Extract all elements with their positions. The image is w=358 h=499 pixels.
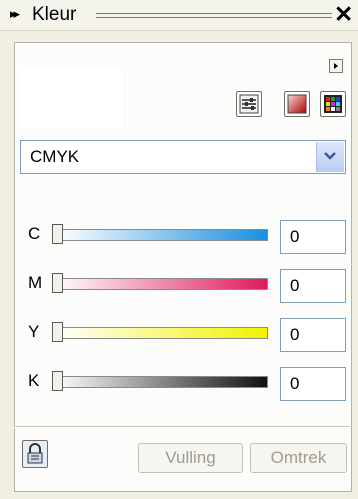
channel-label-c: C xyxy=(28,224,41,243)
value-text-y: 0 xyxy=(290,325,300,344)
value-field-c[interactable]: 0 xyxy=(280,220,346,254)
value-field-y[interactable]: 0 xyxy=(280,318,346,352)
docker-title: Kleur xyxy=(32,4,77,25)
value-text-m: 0 xyxy=(290,276,300,295)
channel-label-k: K xyxy=(28,371,40,390)
outline-button[interactable]: Omtrek xyxy=(250,443,347,473)
double-chevron-right-icon[interactable]: ▸▸ xyxy=(10,6,20,22)
value-field-m[interactable]: 0 xyxy=(280,269,346,303)
color-viewer-icon[interactable] xyxy=(284,91,310,117)
channel-label-y: Y xyxy=(28,322,40,341)
slider-thumb-c[interactable] xyxy=(52,224,63,244)
docker-titlebar: ▸▸ Kleur ✕ xyxy=(0,0,358,31)
value-text-c: 0 xyxy=(290,227,300,246)
channel-row-k: K 0 xyxy=(0,367,358,403)
palette-grid-icon[interactable] xyxy=(320,91,346,117)
separator xyxy=(14,426,350,428)
titlebar-grip[interactable] xyxy=(96,13,332,18)
slider-track-y[interactable] xyxy=(54,327,268,339)
channel-row-y: Y 0 xyxy=(0,318,358,354)
slider-thumb-y[interactable] xyxy=(52,322,63,342)
color-model-select[interactable]: CMYK xyxy=(20,140,346,174)
slider-track-k[interactable] xyxy=(54,376,268,388)
sliders-icon[interactable] xyxy=(236,91,262,117)
channel-row-m: M 0 xyxy=(0,269,358,305)
lock-icon[interactable] xyxy=(22,440,48,468)
flyout-menu-icon[interactable] xyxy=(329,59,343,73)
value-field-k[interactable]: 0 xyxy=(280,367,346,401)
fill-button[interactable]: Vulling xyxy=(138,443,243,473)
color-model-value: CMYK xyxy=(30,147,80,166)
slider-track-m[interactable] xyxy=(54,278,268,290)
channel-label-m: M xyxy=(28,273,43,292)
color-preview-swatch xyxy=(20,68,122,128)
close-icon[interactable]: ✕ xyxy=(334,1,353,28)
slider-track-c[interactable] xyxy=(54,229,268,241)
channel-row-c: C 0 xyxy=(0,220,358,256)
chevron-down-icon[interactable] xyxy=(316,142,344,172)
slider-thumb-k[interactable] xyxy=(52,371,63,391)
value-text-k: 0 xyxy=(290,374,300,393)
slider-thumb-m[interactable] xyxy=(52,273,63,293)
